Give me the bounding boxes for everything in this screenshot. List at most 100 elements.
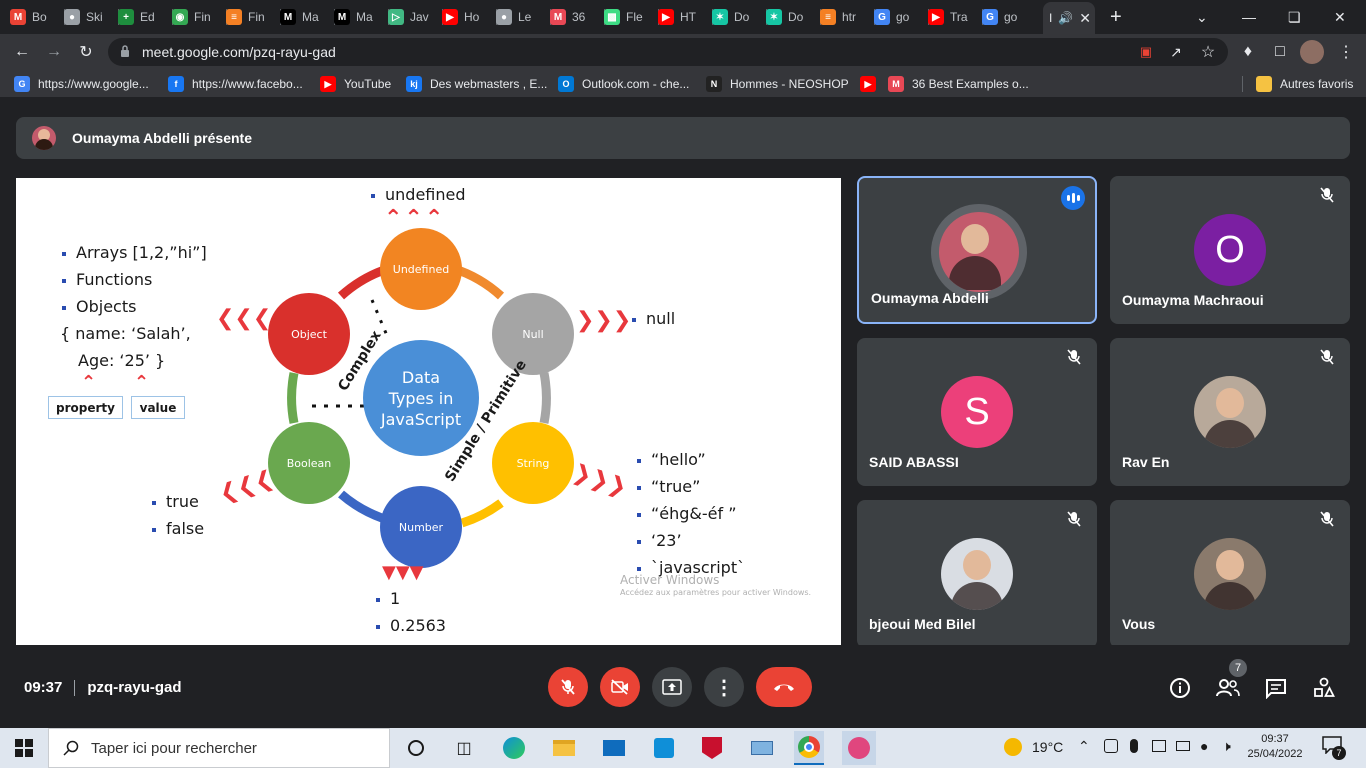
tray-meet-icon[interactable]	[1104, 739, 1118, 753]
bookmark-item[interactable]: N Hommes - NEOSHOP	[706, 76, 849, 92]
participant-tile[interactable]: bjeoui Med Bilel	[857, 500, 1097, 648]
edge-icon[interactable]	[500, 734, 528, 762]
file-explorer-icon[interactable]	[550, 734, 578, 762]
browser-tab[interactable]: + Ed	[118, 4, 168, 30]
browser-tab[interactable]: ≡ htr	[820, 4, 870, 30]
tray-microphone-icon[interactable]	[1130, 739, 1138, 753]
minimize-icon[interactable]: —	[1242, 4, 1256, 30]
restore-icon[interactable]: ❏	[1288, 4, 1301, 30]
tab-label: Ed	[140, 10, 155, 24]
meeting-details-button[interactable]	[1167, 675, 1193, 701]
chat-button[interactable]	[1263, 675, 1289, 701]
divider	[74, 679, 76, 696]
bookmark-star-icon[interactable]: ☆	[1196, 40, 1220, 64]
participant-photo-avatar	[939, 212, 1019, 292]
browser-tab[interactable]: Ggo	[982, 4, 1032, 30]
participant-tile[interactable]: O Oumayma Machraoui	[1110, 176, 1350, 324]
browser-tab[interactable]: ▩ Fle	[604, 4, 654, 30]
participant-name: Oumayma Machraoui	[1122, 292, 1264, 308]
browser-tab[interactable]: ▶ HT	[658, 4, 708, 30]
chrome-profile-icon[interactable]	[842, 731, 876, 765]
share-icon[interactable]: ↗	[1164, 40, 1188, 64]
browser-tab[interactable]: M Ma	[280, 4, 330, 30]
camera-off-button[interactable]	[600, 667, 640, 707]
more-options-button[interactable]: ⋮	[704, 667, 744, 707]
bookmark-item[interactable]: kj Des webmasters , E...	[406, 76, 547, 92]
participant-name: Rav En	[1122, 454, 1170, 470]
null-node-label: Null	[522, 327, 544, 341]
bookmark-item[interactable]: f https://www.facebo...	[168, 76, 303, 92]
laptop-app-icon[interactable]	[748, 734, 776, 762]
windows-logo-icon	[15, 739, 33, 757]
browser-tab[interactable]: ● Ski	[64, 4, 114, 30]
mic-muted-icon	[1318, 348, 1338, 368]
browser-tab[interactable]: M Bo	[10, 4, 60, 30]
back-icon[interactable]: ←	[10, 40, 34, 64]
participant-name: SAID ABASSI	[869, 454, 959, 470]
browser-tab[interactable]: M Ma	[334, 4, 384, 30]
address-bar[interactable]: meet.google.com/pzq-rayu-gad	[108, 38, 1228, 66]
reload-icon[interactable]: ↻	[74, 40, 98, 64]
close-tab-icon[interactable]: ✕	[1079, 10, 1091, 27]
browser-tab[interactable]: ≡ Fin	[226, 4, 276, 30]
bookmark-item[interactable]: ▶ YouTube	[320, 76, 391, 92]
browser-tab[interactable]: M 36	[550, 4, 600, 30]
leave-call-button[interactable]	[756, 667, 812, 707]
bookmark-item[interactable]: M 36 Best Examples o...	[888, 76, 1029, 92]
participant-tile[interactable]: Oumayma Abdelli	[857, 176, 1097, 324]
forward-icon[interactable]: →	[42, 40, 66, 64]
side-panel-icon[interactable]: □	[1268, 40, 1292, 64]
taskbar-search-box[interactable]: Taper ici pour rechercher	[48, 728, 390, 768]
property-label: property	[56, 400, 115, 415]
browser-tab[interactable]: ● Le	[496, 4, 546, 30]
tray-battery-icon[interactable]	[1176, 741, 1190, 751]
active-browser-tab[interactable]: I 🔊 ✕	[1043, 2, 1095, 34]
browser-tab[interactable]: ▶ Ho	[442, 4, 492, 30]
browser-tab[interactable]: ◉ Fin	[172, 4, 222, 30]
extensions-icon[interactable]: ♦	[1236, 40, 1260, 64]
cortana-icon[interactable]	[402, 734, 430, 762]
mic-off-button[interactable]	[548, 667, 588, 707]
browser-tab[interactable]: ✶ Do	[712, 4, 762, 30]
notifications-button[interactable]: 7	[1322, 736, 1346, 760]
new-tab-button[interactable]: +	[1110, 4, 1122, 30]
chevron-down-icon[interactable]: ⌄	[1196, 4, 1208, 30]
globe-icon: ●	[64, 9, 80, 25]
bookmark-item[interactable]: ▶	[860, 76, 884, 92]
participant-tile[interactable]: S SAID ABASSI	[857, 338, 1097, 486]
chrome-taskbar-icon[interactable]	[794, 731, 824, 765]
start-button[interactable]	[0, 728, 48, 768]
tray-chevron-icon[interactable]: ⌃	[1078, 738, 1090, 755]
mcafee-icon[interactable]	[698, 734, 726, 762]
participant-tile[interactable]: Rav En	[1110, 338, 1350, 486]
camera-blocked-icon[interactable]: ▣	[1134, 40, 1158, 64]
object-example-text: Arrays [1,2,”hi”]	[76, 243, 207, 262]
tab-label: Fin	[248, 10, 265, 24]
bookmark-item[interactable]: O Outlook.com - che...	[558, 76, 689, 92]
close-window-icon[interactable]: ✕	[1334, 4, 1346, 30]
weather-widget[interactable]: 19°C	[1004, 738, 1063, 756]
boolean-node: Boolean	[268, 422, 350, 504]
task-view-icon[interactable]: ◫	[450, 734, 478, 762]
browser-tab[interactable]: ▷ Jav	[388, 4, 438, 30]
activities-button[interactable]	[1311, 675, 1337, 701]
boolean-example-text: true	[166, 492, 199, 511]
tray-camera-icon[interactable]	[1152, 740, 1166, 752]
store-icon[interactable]	[650, 734, 678, 762]
browser-tab[interactable]: ✶ Do	[766, 4, 816, 30]
other-bookmarks-folder[interactable]: Autres favoris	[1256, 76, 1353, 92]
bookmark-item[interactable]: Ghttps://www.google...	[14, 76, 149, 92]
browser-tab[interactable]: Ggo	[874, 4, 924, 30]
mail-icon[interactable]	[600, 734, 628, 762]
undefined-node: Undefined	[380, 228, 462, 310]
profile-avatar-icon[interactable]	[1300, 40, 1324, 64]
clock[interactable]: 09:37 25/04/2022	[1246, 732, 1304, 762]
present-screen-button[interactable]	[652, 667, 692, 707]
participant-tile[interactable]: Vous	[1110, 500, 1350, 648]
participants-button[interactable]: 7	[1215, 659, 1247, 701]
center-line-3: JavaScript	[380, 409, 462, 429]
tray-volume-icon[interactable]: 🕨	[1222, 738, 1231, 755]
menu-icon[interactable]: ⋮	[1334, 40, 1358, 64]
tray-wifi-icon[interactable]: ●	[1200, 738, 1208, 754]
browser-tab[interactable]: ▶ Tra	[928, 4, 978, 30]
